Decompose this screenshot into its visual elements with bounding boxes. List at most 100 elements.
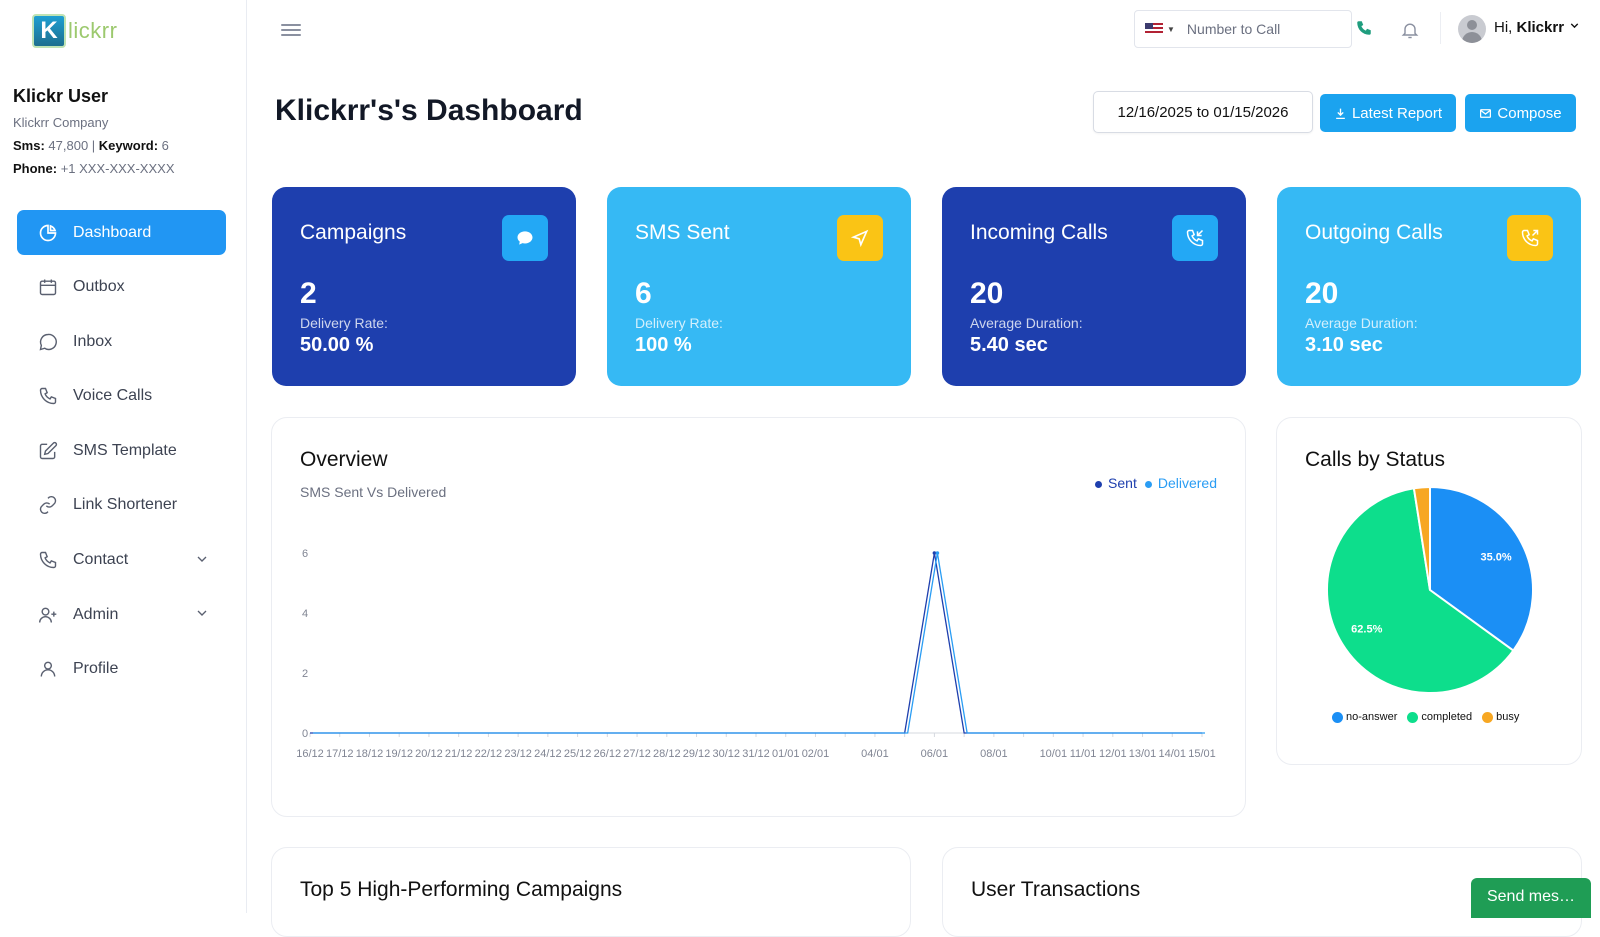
sidebar-item-profile[interactable]: Profile (17, 647, 226, 692)
chevron-down-icon (1570, 23, 1579, 29)
x-tick-label: 02/01 (802, 748, 830, 760)
x-tick-label: 26/12 (594, 748, 622, 760)
phone-icon (37, 549, 59, 571)
date-range-picker[interactable]: 12/16/2025 to 01/15/2026 (1093, 91, 1313, 133)
sidebar-item-inbox[interactable]: Inbox (17, 319, 226, 364)
send-message-button[interactable]: Send mes… (1471, 878, 1591, 918)
logo-text: lickrr (68, 18, 118, 43)
chat-icon (502, 215, 548, 261)
sidebar-item-admin[interactable]: Admin (17, 592, 226, 637)
mail-icon (1480, 108, 1492, 118)
chevron-down-icon (194, 551, 214, 570)
card-sub-value: 5.40 sec (970, 334, 1048, 356)
x-tick-label: 01/01 (772, 748, 800, 760)
menu-toggle-icon[interactable] (281, 21, 301, 39)
pie-slice-label: 35.0% (1480, 551, 1511, 563)
legend-completed[interactable]: completed (1407, 711, 1472, 723)
x-tick-label: 16/12 (296, 748, 324, 760)
legend-label: no-answer (1346, 711, 1398, 723)
sidebar-item-label: SMS Template (73, 441, 177, 459)
x-tick-label: 23/12 (504, 748, 532, 760)
x-tick-label: 11/01 (1070, 748, 1097, 760)
chevron-down-icon (194, 605, 214, 624)
user-plus-icon (37, 604, 59, 626)
pie-slice-label: 62.5% (1351, 624, 1382, 636)
incoming-calls-card: Incoming Calls 20 Average Duration: 5.40… (942, 187, 1246, 386)
chat-bubble-icon (37, 331, 59, 353)
number-to-call-input[interactable] (1186, 21, 1347, 37)
calls-pie-chart: 35.0% 62.5% (1326, 485, 1534, 694)
y-tick-label: 6 (302, 548, 308, 560)
outgoing-calls-card: Outgoing Calls 20 Average Duration: 3.10… (1277, 187, 1581, 386)
sidebar-item-voice-calls[interactable]: Voice Calls (17, 374, 226, 419)
x-tick-label: 18/12 (356, 748, 384, 760)
sidebar-item-label: Profile (73, 660, 119, 678)
x-tick-label: 12/01 (1099, 748, 1127, 760)
page-title: Klickrr's's Dashboard (275, 94, 583, 127)
top-campaigns-title: Top 5 High-Performing Campaigns (300, 878, 623, 901)
x-tick-label: 28/12 (653, 748, 681, 760)
bell-icon[interactable] (1400, 20, 1420, 40)
keyword-label: Keyword: (98, 138, 159, 153)
user-icon (37, 658, 59, 680)
download-icon (1336, 108, 1345, 119)
sidebar-item-dashboard[interactable]: Dashboard (17, 210, 226, 255)
data-point[interactable] (935, 551, 940, 555)
card-value: 20 (1305, 277, 1339, 310)
sidebar-item-label: Admin (73, 605, 119, 623)
divider (1440, 12, 1441, 44)
caret-down-icon[interactable]: ▼ (1167, 25, 1175, 34)
card-sub-value: 50.00 % (300, 334, 374, 356)
phone-label: Phone: (13, 161, 58, 176)
sidebar-item-label: Outbox (73, 278, 125, 296)
user-company: Klickrr Company (13, 115, 109, 130)
sidebar-item-label: Inbox (73, 332, 113, 350)
legend-no-answer[interactable]: no-answer (1332, 711, 1397, 723)
sidebar-nav: Dashboard Outbox Inbox Voice Calls SMS T… (17, 210, 226, 701)
card-value: 6 (635, 277, 652, 310)
klickrr-logo[interactable]: K lickrr (32, 14, 117, 48)
campaigns-card: Campaigns 2 Delivery Rate: 50.00 % (272, 187, 576, 386)
card-sub-value: 3.10 sec (1305, 334, 1383, 356)
send-icon (837, 215, 883, 261)
user-name: Klickr User (13, 86, 109, 106)
legend-busy[interactable]: busy (1482, 711, 1519, 723)
user-menu[interactable]: Hi, Klickrr (1494, 19, 1581, 36)
x-tick-label: 30/12 (713, 748, 741, 760)
series-line-sent[interactable] (310, 552, 1202, 734)
y-tick-label: 2 (302, 668, 308, 680)
sidebar-item-sms-template[interactable]: SMS Template (17, 428, 226, 473)
sidebar: K lickrr Klickr User Klickrr Company Sms… (0, 0, 247, 913)
us-flag-icon[interactable] (1145, 23, 1163, 35)
pie-chart-icon (37, 222, 59, 244)
latest-report-button[interactable]: Latest Report (1320, 94, 1456, 132)
sidebar-item-contact[interactable]: Contact (17, 538, 226, 583)
calls-by-status-panel: Calls by Status 35.0% 62.5% no-answer com… (1276, 417, 1582, 765)
x-tick-label: 14/01 (1159, 748, 1187, 760)
sidebar-item-link-shortener[interactable]: Link Shortener (17, 483, 226, 528)
card-sub-label: Average Duration: (970, 315, 1083, 331)
legend-label: completed (1421, 711, 1473, 723)
phone-incoming-icon (1172, 215, 1218, 261)
avatar[interactable] (1458, 15, 1486, 43)
link-icon (37, 494, 59, 516)
sidebar-item-label: Contact (73, 551, 129, 569)
x-tick-label: 19/12 (385, 748, 413, 760)
user-transactions-title: User Transactions (971, 878, 1141, 901)
phone-value: +1 XXX-XXX-XXXX (60, 161, 175, 176)
card-value: 2 (300, 277, 317, 310)
x-tick-label: 24/12 (534, 748, 562, 760)
card-sub-label: Average Duration: (1305, 315, 1418, 331)
series-line-delivered[interactable] (313, 552, 1205, 734)
x-tick-label: 08/01 (980, 748, 1008, 760)
sidebar-item-outbox[interactable]: Outbox (17, 265, 226, 310)
sidebar-item-label: Link Shortener (73, 496, 178, 514)
card-value: 20 (970, 277, 1004, 310)
call-icon[interactable] (1355, 19, 1373, 37)
x-tick-label: 15/01 (1188, 748, 1216, 760)
overview-panel: Overview SMS Sent Vs Delivered Sent Deli… (271, 417, 1246, 817)
x-tick-label: 22/12 (475, 748, 503, 760)
logo-mark: K (32, 14, 66, 48)
x-tick-label: 27/12 (623, 748, 651, 760)
compose-button[interactable]: Compose (1465, 94, 1576, 132)
